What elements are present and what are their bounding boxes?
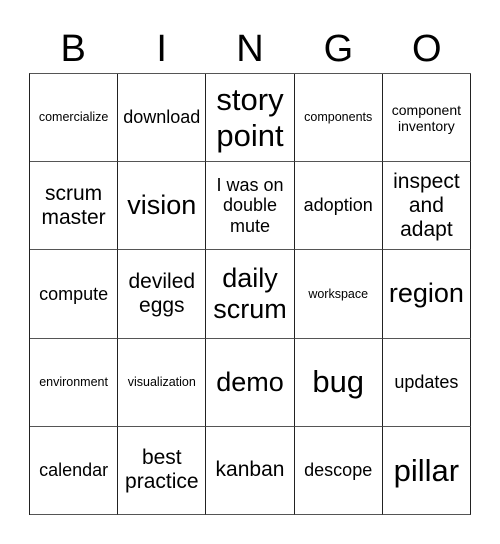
bingo-cell-text: bug	[312, 364, 365, 400]
bingo-cell-text: daily scrum	[213, 262, 287, 324]
bingo-cell-text: region	[388, 278, 464, 309]
bingo-cell-text: deviled eggs	[128, 269, 196, 317]
bingo-cell[interactable]: scrum master	[30, 162, 119, 251]
bingo-cell[interactable]: environment	[30, 338, 119, 427]
header-letter-o: O	[412, 28, 442, 70]
bingo-cell[interactable]: demo	[206, 338, 295, 427]
bingo-grid: comercialize download story point component…	[29, 73, 471, 515]
bingo-cell-text: inspect and adapt	[393, 169, 460, 241]
bingo-cell-text: story point	[216, 81, 284, 153]
bingo-cell-text: visualization	[127, 375, 196, 389]
header-letter-b: B	[60, 28, 86, 70]
bingo-cell[interactable]: calendar	[30, 426, 119, 515]
bingo-cell-text: compute	[39, 283, 109, 304]
bingo-cell[interactable]: deviled eggs	[118, 250, 207, 339]
bingo-cell[interactable]: story point	[206, 74, 295, 163]
bingo-cell-text: kanban	[215, 458, 285, 482]
bingo-cell[interactable]: updates	[382, 338, 471, 427]
bingo-cell-text: component inventory	[391, 101, 462, 134]
bingo-cell-text: best practice	[125, 446, 199, 494]
bingo-cell[interactable]: components	[294, 74, 383, 163]
bingo-cell[interactable]: region	[382, 250, 471, 339]
header-letter-i: I	[156, 28, 167, 70]
bingo-cell[interactable]: download	[118, 74, 207, 163]
bingo-cell[interactable]: inspect and adapt	[382, 162, 471, 251]
bingo-cell-text: updates	[394, 371, 459, 392]
bingo-cell[interactable]: visualization	[118, 338, 207, 427]
bingo-cell-text: demo	[216, 366, 284, 397]
bingo-cell[interactable]: pillar	[382, 426, 471, 515]
bingo-cell-text: vision	[127, 190, 197, 221]
bingo-cell[interactable]: daily scrum	[206, 250, 295, 339]
bingo-cell-text: pillar	[393, 452, 460, 488]
bingo-header: B I N G O	[29, 24, 471, 74]
bingo-cell[interactable]: component inventory	[382, 74, 471, 163]
bingo-cell[interactable]: descope	[294, 426, 383, 515]
bingo-cell[interactable]: best practice	[118, 426, 207, 515]
bingo-cell-text: environment	[39, 375, 108, 389]
bingo-cell-text: components	[304, 110, 373, 125]
bingo-cell-text: comercialize	[38, 110, 109, 125]
header-letter-n: N	[236, 28, 264, 70]
bingo-cell[interactable]: compute	[30, 250, 119, 339]
header-letter-g: G	[323, 28, 354, 70]
bingo-cell[interactable]: kanban	[206, 426, 295, 515]
bingo-cell-text: calendar	[39, 460, 109, 481]
bingo-cell[interactable]: vision	[118, 162, 207, 251]
bingo-cell[interactable]: I was on double mute	[206, 162, 295, 251]
bingo-cell[interactable]: bug	[294, 338, 383, 427]
bingo-cell-text: descope	[304, 460, 373, 481]
bingo-cell-text: scrum master	[41, 181, 106, 229]
bingo-cell[interactable]: comercialize	[30, 74, 119, 163]
bingo-cell-text: adoption	[303, 195, 373, 216]
bingo-cell-text: download	[123, 107, 201, 128]
bingo-cell[interactable]: workspace	[294, 250, 383, 339]
bingo-cell-text: workspace	[308, 286, 369, 301]
bingo-cell-text: I was on double mute	[216, 174, 284, 237]
bingo-cell[interactable]: adoption	[294, 162, 383, 251]
